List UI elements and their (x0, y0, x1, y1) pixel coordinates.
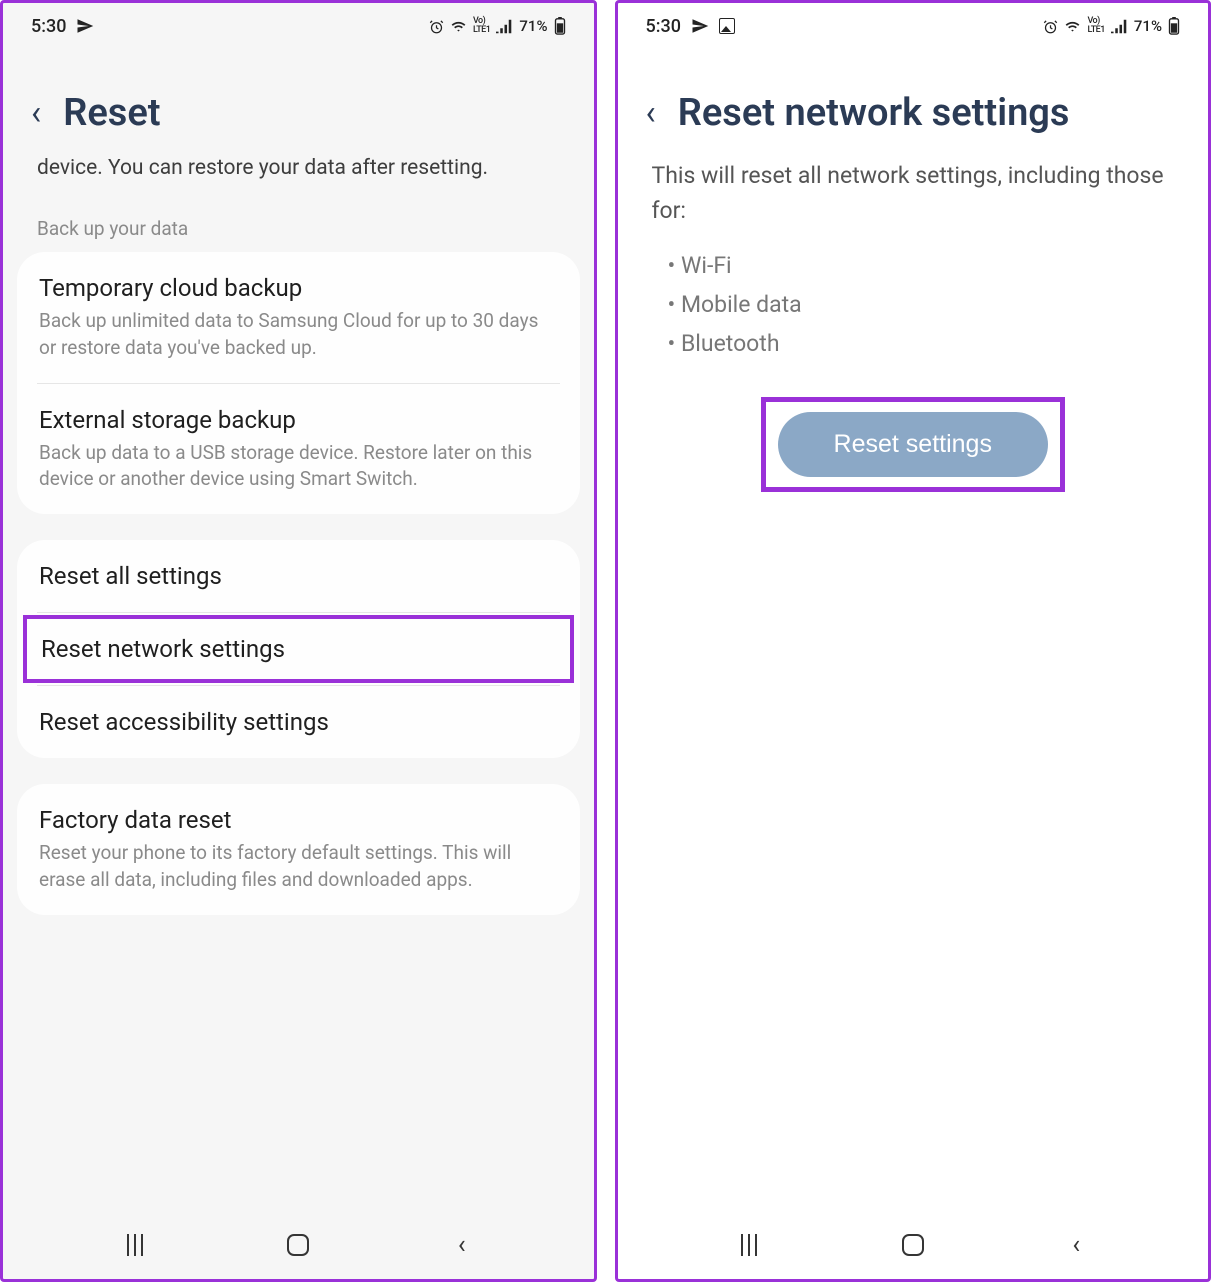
nav-recents-button[interactable] (120, 1230, 150, 1260)
navigation-bar: ‹ (618, 1211, 1209, 1279)
nav-home-button[interactable] (898, 1230, 928, 1260)
back-icon[interactable]: ‹ (646, 96, 656, 130)
nav-home-button[interactable] (283, 1230, 313, 1260)
alarm-icon (429, 19, 444, 34)
wifi-icon (450, 19, 467, 34)
scroll-area[interactable]: device. You can restore your data after … (3, 153, 594, 1211)
page-header: ‹ Reset (3, 49, 594, 153)
battery-icon (554, 17, 566, 35)
highlight-reset-network: Reset network settings (23, 615, 574, 683)
status-time: 5:30 (31, 16, 66, 37)
page-title: Reset network settings (678, 91, 1070, 135)
wifi-icon (1064, 19, 1081, 34)
intro-text: device. You can restore your data after … (3, 153, 594, 195)
volte-icon: Vo)LTE1 (1087, 17, 1104, 35)
item-title: Factory data reset (39, 806, 558, 834)
reset-settings-button[interactable]: Reset settings (778, 412, 1048, 477)
bullet-list: Wi-Fi Mobile data Bluetooth (618, 232, 1209, 385)
nav-back-button[interactable]: ‹ (447, 1230, 477, 1260)
signal-icon (496, 19, 513, 34)
item-reset-all[interactable]: Reset all settings (17, 540, 580, 612)
status-time: 5:30 (646, 16, 681, 37)
card-backup: Temporary cloud backup Back up unlimited… (17, 252, 580, 514)
item-reset-network[interactable]: Reset network settings (41, 635, 556, 663)
item-title: External storage backup (39, 406, 558, 434)
highlight-reset-button: Reset settings (761, 397, 1065, 492)
item-desc: Reset your phone to its factory default … (39, 840, 558, 892)
reset-description: This will reset all network settings, in… (618, 153, 1209, 232)
navigation-bar: ‹ (3, 1211, 594, 1279)
send-icon (76, 17, 94, 35)
volte-icon: Vo)LTE1 (473, 17, 490, 35)
item-desc: Back up unlimited data to Samsung Cloud … (39, 308, 558, 360)
bullet-wifi: Wi-Fi (668, 246, 1175, 285)
back-icon[interactable]: ‹ (31, 96, 41, 130)
page-header: ‹ Reset network settings (618, 49, 1209, 153)
gallery-icon (719, 18, 735, 34)
battery-percent: 71% (519, 17, 547, 35)
section-label-backup: Back up your data (3, 195, 594, 252)
action-area: Reset settings (618, 385, 1209, 504)
item-external-backup[interactable]: External storage backup Back up data to … (17, 384, 580, 514)
item-factory-reset[interactable]: Factory data reset Reset your phone to i… (17, 784, 580, 914)
card-resets: Reset all settings Reset network setting… (17, 540, 580, 758)
bullet-mobile: Mobile data (668, 285, 1175, 324)
page-title: Reset (63, 91, 160, 135)
nav-recents-button[interactable] (734, 1230, 764, 1260)
card-factory: Factory data reset Reset your phone to i… (17, 784, 580, 914)
battery-percent: 71% (1134, 17, 1162, 35)
phone-screen-reset-network: 5:30 Vo)LTE1 71% ‹ Reset network set (615, 0, 1211, 1282)
status-bar: 5:30 Vo)LTE1 71% (3, 3, 594, 49)
nav-back-button[interactable]: ‹ (1061, 1230, 1091, 1260)
status-bar: 5:30 Vo)LTE1 71% (618, 3, 1209, 49)
item-title: Temporary cloud backup (39, 274, 558, 302)
phone-screen-reset: 5:30 Vo)LTE1 71% ‹ Reset device. (0, 0, 597, 1282)
bullet-bluetooth: Bluetooth (668, 324, 1175, 363)
signal-icon (1111, 19, 1128, 34)
item-cloud-backup[interactable]: Temporary cloud backup Back up unlimited… (17, 252, 580, 382)
alarm-icon (1043, 19, 1058, 34)
battery-icon (1168, 17, 1180, 35)
item-desc: Back up data to a USB storage device. Re… (39, 440, 558, 492)
send-icon (691, 17, 709, 35)
divider (37, 612, 560, 613)
item-reset-accessibility[interactable]: Reset accessibility settings (17, 686, 580, 758)
